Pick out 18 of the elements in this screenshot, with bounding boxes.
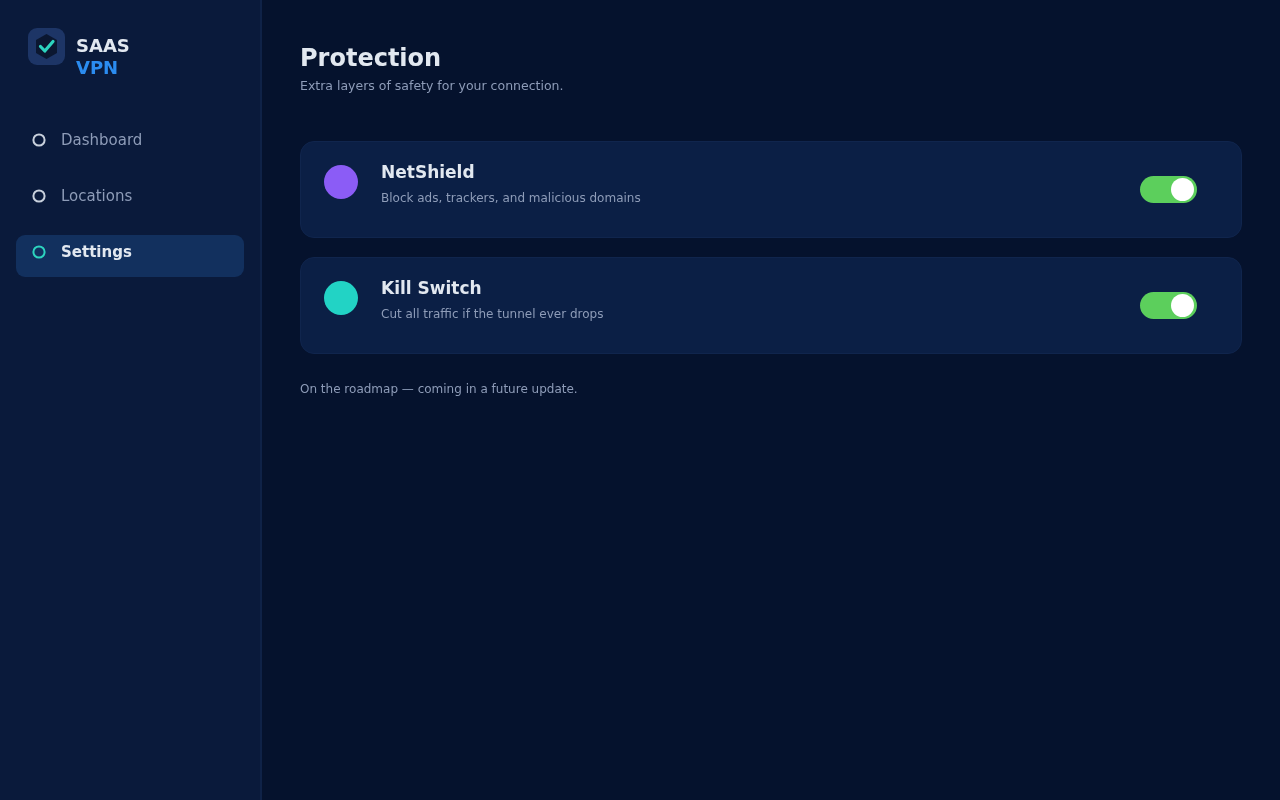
feature-title: NetShield [381,161,476,184]
roadmap-note: On the roadmap — coming in a future update. [300,381,579,397]
feature-description: Block ads, trackers, and malicious domains [381,190,642,206]
ring-icon [32,245,46,259]
page-subtitle: Extra layers of safety for your connection. [300,78,565,94]
brand-name: SAAS [76,35,130,57]
toggle-switch[interactable] [1140,176,1197,203]
page-title: Protection [300,43,443,73]
nav-item[interactable]: Settings [16,235,244,277]
feature-description: Cut all traffic if the tunnel ever drops [381,306,605,322]
toggle-switch[interactable] [1140,292,1197,319]
nav-item[interactable]: Locations [16,179,244,221]
ring-icon [32,189,46,203]
ring-icon [32,133,46,147]
brand-name: VPN [76,57,120,79]
nav-item[interactable]: Dashboard [16,123,244,165]
feature-title: Kill Switch [381,277,483,300]
hexagon-check-icon [28,28,65,65]
